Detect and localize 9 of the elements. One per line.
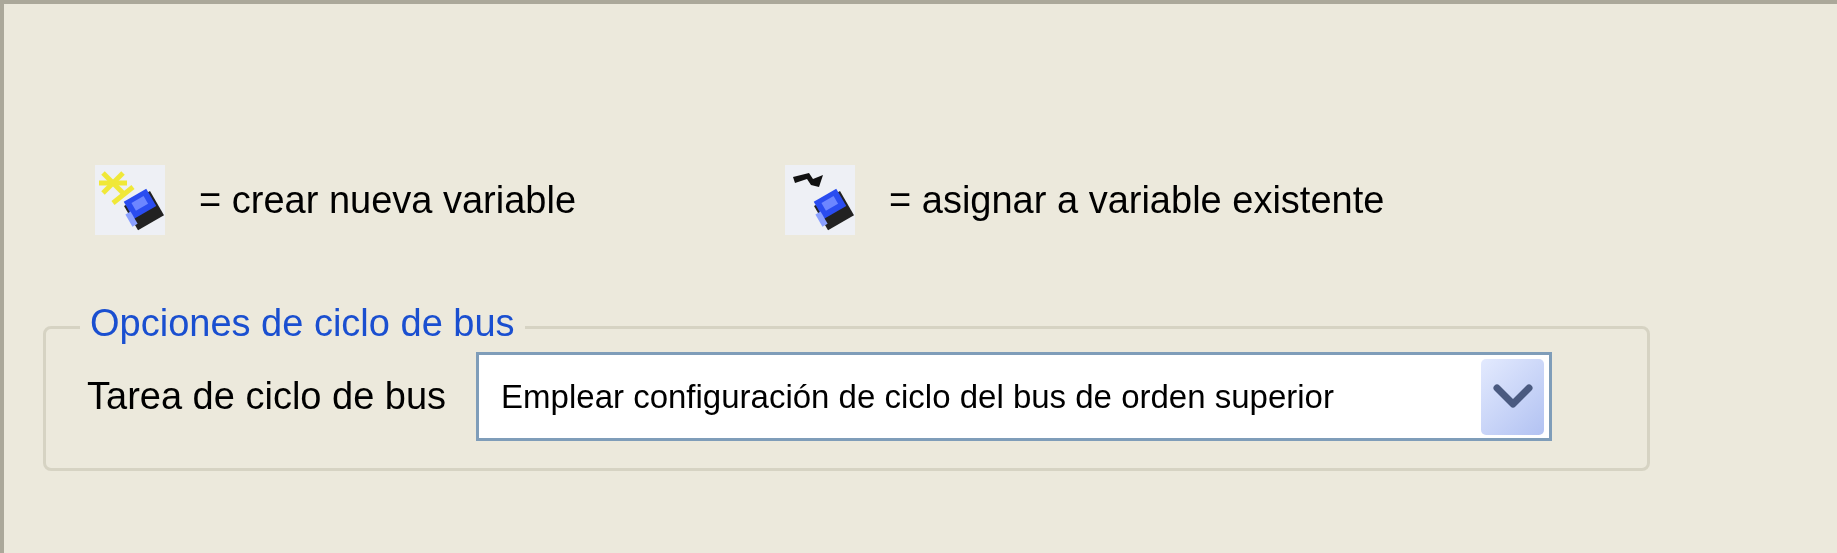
bus-cycle-dropdown[interactable]: Emplear configuración de ciclo del bus de orden superior: [476, 352, 1553, 441]
legend-text: = crear nueva variable: [199, 178, 577, 222]
field-label: Tarea de ciclo de bus: [87, 375, 447, 418]
chevron-down-icon: [1492, 383, 1533, 410]
dropdown-value: Emplear configuración de ciclo del bus de orden superior: [501, 377, 1335, 416]
new-variable-icon: [95, 165, 165, 235]
assign-variable-icon: [785, 165, 855, 235]
dropdown-button[interactable]: [1481, 358, 1545, 435]
legend-text: = asignar a variable existente: [889, 178, 1385, 222]
